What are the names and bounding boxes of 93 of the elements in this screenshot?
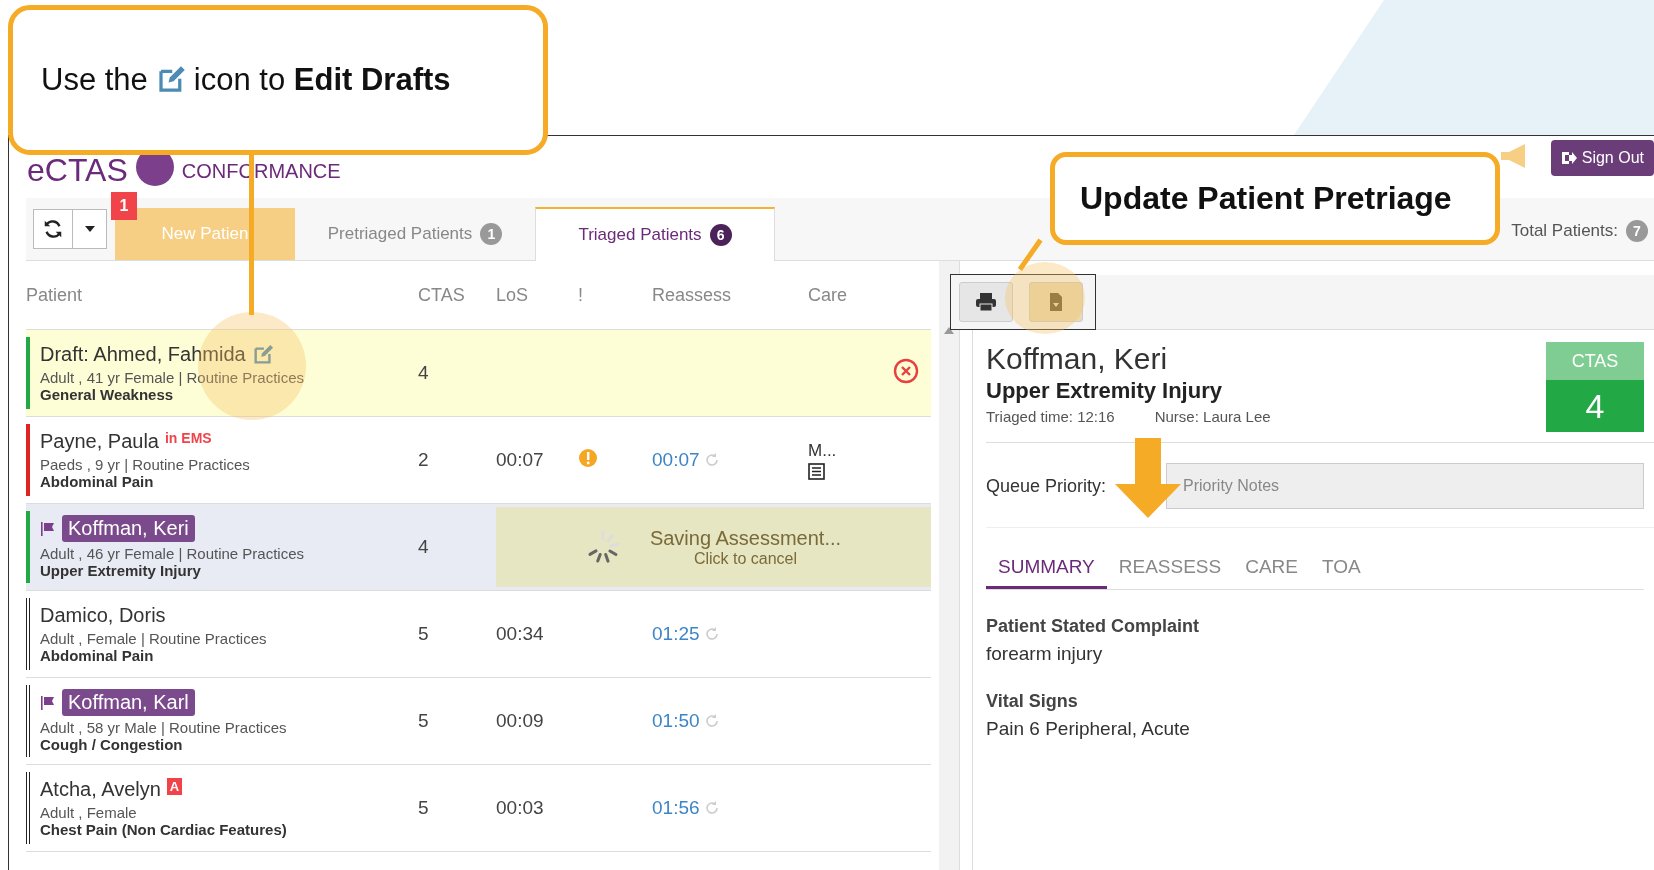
caret-icon [84,226,95,232]
patient-row[interactable]: Draft: Ahmed, Fahmida Adult , 41 yr Female | Routine Practices General Weakness 4 [26,330,931,417]
alert-badge: A [166,778,183,795]
patient-details: Adult , Female | Routine Practices [40,630,268,647]
total-label: Total Patients: [1511,221,1618,241]
cancel-icon[interactable] [893,358,919,384]
refresh-icon[interactable] [703,626,720,642]
callout-text: Use the [41,62,148,98]
patient-name[interactable]: Atcha, Avelyn [40,778,161,801]
print-button[interactable] [959,282,1013,322]
saving-overlay[interactable]: Saving Assessment... Click to cancel [496,507,931,587]
logo-text: eCTAS [27,154,128,186]
column-header[interactable]: ! [578,284,583,306]
notification-badge: 1 [111,192,137,220]
tab[interactable]: CARE [1233,550,1310,589]
section-value: Pain 6 Peripheral, Acute [986,718,1191,740]
section-title: Vital Signs [986,691,1079,712]
column-header[interactable]: Reassess [652,284,732,306]
count-badge: 1 [480,223,503,245]
refresh-icon[interactable] [703,713,720,729]
down-arrow-icon [1115,438,1181,518]
reassess-time[interactable]: 01:50 [652,710,700,732]
list-icon[interactable] [808,462,825,480]
ctas-score: 4 [1546,380,1644,432]
chief-complaint: Abdominal Pain [40,473,155,490]
ctas-cell-text: 4 [418,536,430,558]
queue-priority-label: Queue Priority: [986,475,1107,497]
reassess-time[interactable]: 01:56 [652,797,700,819]
scrollbar[interactable] [939,261,960,870]
ctas-cell-text: 2 [418,449,430,471]
los-cell-text: 00:34 [496,623,545,645]
count-badge: 7 [1626,220,1648,242]
callout-text: Update Patient Pretriage [1080,180,1452,217]
patient-row[interactable]: Koffman, Karl Adult , 58 yr Male | Routine Practices Cough / Congestion 5 00:09 01:50 [26,678,931,765]
triaged-time: Triaged time: 12:16 [986,408,1115,425]
printer-icon [975,292,997,312]
patient-details: Adult , 58 yr Male | Routine Practices [40,719,288,736]
patient-name[interactable]: Draft: Ahmed, Fahmida [40,343,246,366]
callout-text: icon to Edit Drafts [193,62,451,98]
chief-complaint: Upper Extremity Injury [40,562,202,579]
column-header[interactable]: Care [808,284,847,306]
patient-name: Koffman, Keri [986,342,1169,376]
scroll-up-icon[interactable] [944,327,954,334]
tab[interactable]: REASSESS [1106,550,1234,589]
ctas-label: CTAS [1546,342,1644,380]
cancel-link[interactable]: Click to cancel [693,549,798,568]
patient-details: Adult , 46 yr Female | Routine Practices [40,545,305,562]
edit-icon[interactable] [251,343,274,366]
update-button[interactable] [1029,282,1083,322]
status-tag: in EMS [165,430,212,446]
patient-name[interactable]: Damico, Doris [40,604,166,627]
nurse-name: Nurse: Laura Lee [1154,408,1271,425]
priority-notes-field[interactable]: Priority Notes [1166,463,1644,509]
tab[interactable]: Triaged Patients 6 [535,207,775,261]
refresh-icon[interactable] [703,452,720,468]
refresh-icon [42,218,64,240]
chief-complaint: Abdominal Pain [40,647,155,664]
refresh-icon[interactable] [703,800,720,816]
count-badge: 6 [709,224,732,246]
patient-name-tag[interactable]: Koffman, Karl [62,689,195,716]
tab[interactable]: SUMMARY [986,550,1107,589]
chief-complaint: Chest Pain (Non Cardiac Features) [40,821,288,838]
ctas-cell-text: 4 [418,362,430,384]
reassess-time[interactable]: 00:07 [652,449,700,471]
section-title: Patient Stated Complaint [986,616,1201,637]
patient-row[interactable]: Koffman, Keri Adult , 46 yr Female | Routine Practices Upper Extremity Injury 4 Saving Assessment... Click to cancel [26,504,931,591]
ctas-cell-text: 5 [418,710,430,732]
patient-name-tag[interactable]: Koffman, Keri [62,515,195,542]
reassess-time[interactable]: 01:25 [652,623,700,645]
los-cell-text: 00:07 [496,449,545,471]
los-cell-text: 00:03 [496,797,545,819]
care-text: M... [808,440,838,461]
patient-row[interactable]: Atcha, Avelyn A Adult , Female Chest Pain (Non Cardiac Features) 5 00:03 01:56 [26,765,931,852]
ctas-cell-text: 5 [418,623,430,645]
column-header[interactable]: LoS [496,284,529,306]
saving-title: Saving Assessment... [649,526,842,550]
tab[interactable]: TOA [1310,550,1373,589]
chief-complaint: General Weakness [40,386,175,403]
tab[interactable]: Pretriaged Patients 1 [295,208,535,260]
sign-out-icon [1560,151,1577,165]
section-value: forearm injury [986,643,1104,665]
chief-complaint: Cough / Congestion [40,736,184,753]
patient-details: Paeds , 9 yr | Routine Practices [40,456,251,473]
patient-row[interactable]: Damico, Doris Adult , Female | Routine Practices Abdominal Pain 5 00:34 01:25 [26,591,931,678]
ctas-cell-text: 5 [418,797,430,819]
patient-details: Adult , 41 yr Female | Routine Practices [40,369,305,386]
chief-complaint: Upper Extremity Injury [986,378,1223,404]
column-header[interactable]: CTAS [418,284,465,306]
column-header[interactable]: Patient [26,284,83,306]
los-cell-text: 00:09 [496,710,545,732]
patient-details: Adult , Female [40,804,138,821]
patient-name[interactable]: Payne, Paula [40,430,159,453]
sign-out-button[interactable]: Sign Out [1550,140,1654,176]
